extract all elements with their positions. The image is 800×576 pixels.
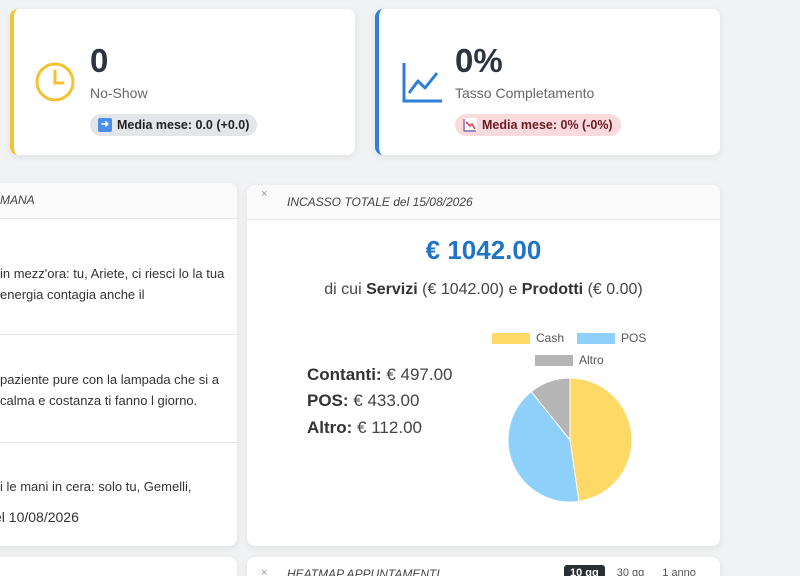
products-value: (€ 0.00) — [587, 281, 643, 298]
clock-icon — [35, 62, 75, 102]
tab-30-days[interactable]: 30 gg — [611, 565, 651, 576]
legend-swatch — [577, 332, 615, 344]
right-arrow-icon: ➜ — [98, 118, 112, 132]
horoscope-item: i le mani in cera: solo tu, Gemelli, — [0, 479, 192, 494]
income-card: × INCASSO TOTALE del 15/08/2026 € 1042.0… — [247, 185, 720, 546]
horoscope-item: in mezz'ora: tu, Ariete, ci riesci lo la… — [0, 266, 225, 302]
income-title: INCASSO TOTALE del 15/08/2026 — [247, 185, 720, 220]
completion-rate-card: 0% Tasso Completamento Media mese: 0% (-… — [375, 9, 720, 155]
completion-badge-text: Media mese: 0% (-0%) — [482, 118, 613, 132]
close-icon[interactable]: × — [261, 188, 267, 200]
no-show-month-average-badge: ➜ Media mese: 0.0 (+0.0) — [90, 114, 258, 136]
legend-item-cash[interactable]: Cash — [492, 331, 564, 345]
no-show-label: No-Show — [90, 85, 148, 101]
legend-swatch — [535, 354, 573, 366]
horoscope-item: paziente pure con la lampada che si a ca… — [0, 372, 219, 408]
legend-item-pos[interactable]: POS — [577, 331, 646, 345]
legend-item-altro[interactable]: Altro — [535, 353, 604, 367]
horoscope-title: MANA — [0, 183, 237, 219]
horoscope-date: el 10/08/2026 — [0, 509, 79, 525]
divider — [0, 442, 237, 443]
no-show-value: 0 — [90, 42, 109, 79]
completion-rate-label: Tasso Completamento — [455, 85, 595, 101]
chart-down-icon — [463, 118, 477, 132]
heatmap-range-tabs: 10 gg 30 gg 1 anno — [564, 565, 702, 576]
divider — [0, 334, 237, 335]
income-subtitle: di cui Servizi (€ 1042.00) e Prodotti (€… — [324, 281, 643, 298]
income-total: € 1042.00 — [425, 235, 542, 265]
services-label: Servizi — [366, 281, 418, 298]
other-breakdown: Altro: € 112.00 — [307, 418, 422, 437]
completion-rate-value: 0% — [455, 42, 503, 79]
close-icon[interactable]: × — [261, 567, 267, 576]
completion-month-average-badge: Media mese: 0% (-0%) — [455, 114, 621, 136]
heatmap-card: × HEATMAP APPUNTAMENTI 10 gg 30 gg 1 ann… — [247, 557, 720, 576]
legend-swatch — [492, 332, 530, 344]
pie-slice-cash[interactable] — [569, 377, 633, 502]
line-chart-icon — [402, 63, 442, 103]
products-label: Prodotti — [521, 281, 584, 298]
services-value: (€ 1042.00) — [422, 281, 504, 298]
payment-pie-chart — [507, 377, 633, 503]
horoscope-card: MANA in mezz'ora: tu, Ariete, ci riesci … — [0, 183, 237, 546]
no-show-card: 0 No-Show ➜ Media mese: 0.0 (+0.0) — [10, 9, 355, 155]
pos-breakdown: POS: € 433.00 — [307, 391, 420, 410]
tab-10-days[interactable]: 10 gg — [564, 565, 605, 576]
tab-1-year[interactable]: 1 anno — [656, 565, 702, 576]
no-show-badge-text: Media mese: 0.0 (+0.0) — [117, 118, 250, 132]
bottom-left-card — [0, 557, 237, 576]
cash-breakdown: Contanti: € 497.00 — [307, 365, 453, 384]
